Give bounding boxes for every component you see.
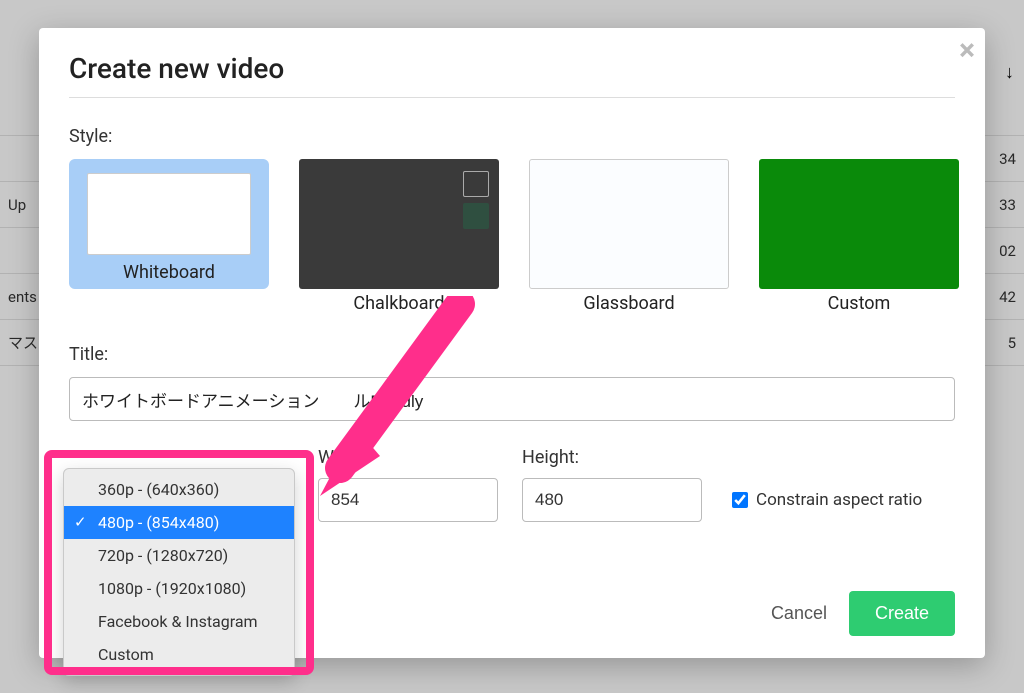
size-option-720p[interactable]: 720p - (1280x720) [64,539,294,572]
constrain-aspect-checkbox[interactable]: Constrain aspect ratio [732,478,922,522]
glassboard-thumb [529,159,729,289]
modal-divider [69,97,955,98]
height-label: Height: [522,447,702,468]
size-option-360p[interactable]: 360p - (640x360) [64,473,294,506]
custom-thumb [759,159,959,289]
constrain-checkbox-input[interactable] [732,492,748,508]
style-options-row: Whiteboard Chalkboard Glassboard Custom [69,159,955,314]
cancel-button[interactable]: Cancel [771,603,827,624]
modal-title: Create new video [69,52,955,97]
width-field: Width: [318,447,498,522]
size-dropdown[interactable]: 360p - (640x360) 480p - (854x480) 720p -… [63,468,295,676]
style-caption-chalkboard: Chalkboard [299,293,499,314]
height-field: Height: [522,447,702,522]
style-label: Style: [69,126,955,147]
size-option-custom[interactable]: Custom [64,638,294,671]
size-option-480p[interactable]: 480p - (854x480) [64,506,294,539]
modal-footer: Cancel Create [771,591,955,636]
style-caption-custom: Custom [759,293,959,314]
close-icon[interactable]: × [959,36,975,66]
style-option-chalkboard[interactable]: Chalkboard [299,159,499,314]
width-input[interactable] [318,478,498,522]
width-label: Width: [318,447,498,468]
whiteboard-thumb: Whiteboard [69,159,269,289]
style-option-whiteboard[interactable]: Whiteboard [69,159,269,314]
height-input[interactable] [522,478,702,522]
chalkboard-thumb [299,159,499,289]
title-input[interactable] [69,377,955,421]
style-option-custom[interactable]: Custom [759,159,959,314]
style-caption-glassboard: Glassboard [529,293,729,314]
constrain-label: Constrain aspect ratio [756,490,922,510]
size-option-1080p[interactable]: 1080p - (1920x1080) [64,572,294,605]
title-label: Title: [69,344,955,365]
style-caption-whiteboard: Whiteboard [69,262,269,283]
style-option-glassboard[interactable]: Glassboard [529,159,729,314]
size-option-facebook-instagram[interactable]: Facebook & Instagram [64,605,294,638]
create-button[interactable]: Create [849,591,955,636]
